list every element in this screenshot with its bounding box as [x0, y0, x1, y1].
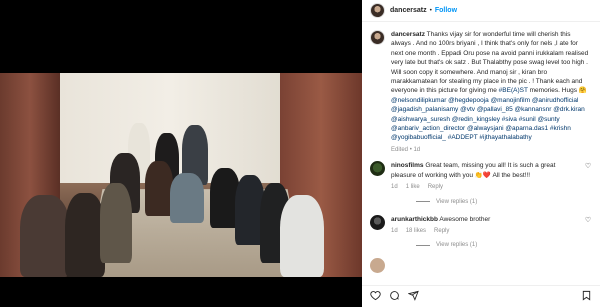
- follow-button[interactable]: Follow: [435, 7, 457, 14]
- caption-text-2: memories. Hugs: [529, 87, 577, 95]
- edited-separator: •: [409, 146, 412, 153]
- edited-label: Edited: [391, 146, 409, 153]
- comment-username[interactable]: ninosfilms: [391, 162, 424, 169]
- details-panel: dancersatz • Follow dancersatz Thanks vi…: [362, 0, 600, 307]
- comment-meta: 1d 1 like Reply: [391, 183, 578, 192]
- view-replies-line: [416, 244, 430, 246]
- comment-meta: 1d 18 likes Reply: [391, 227, 578, 236]
- caption-avatar[interactable]: [370, 30, 385, 45]
- comment-avatar[interactable]: [370, 258, 385, 274]
- bookmark-icon[interactable]: [581, 290, 592, 303]
- comment-row-partial: [370, 258, 592, 274]
- comment-username[interactable]: arunkarthickbb: [391, 216, 438, 223]
- author-avatar[interactable]: [370, 3, 385, 18]
- comment-text-end: All the best!!!: [492, 171, 531, 179]
- comment-avatar[interactable]: [370, 214, 385, 230]
- comment-time: 1d: [391, 184, 398, 191]
- view-replies-button[interactable]: View replies (1): [416, 199, 592, 205]
- comment-row: ninosfilms Great team, missing you all! …: [370, 161, 592, 192]
- caption: dancersatz Thanks vijay sir for wonderfu…: [370, 30, 592, 155]
- comment-icon[interactable]: [389, 290, 400, 303]
- caption-hashtag[interactable]: #BE(A)ST: [499, 87, 528, 94]
- hug-emoji: 🤗: [578, 87, 587, 95]
- comment-reply-button[interactable]: Reply: [428, 183, 443, 192]
- caption-text: Thanks vijay sir for wonderful time will…: [391, 31, 589, 95]
- post-modal: dancersatz • Follow dancersatz Thanks vi…: [0, 0, 600, 307]
- edited-time: 1d: [413, 146, 421, 153]
- view-replies-button[interactable]: View replies (1): [416, 242, 592, 248]
- header-separator: •: [429, 7, 432, 14]
- comment-reply-button[interactable]: Reply: [434, 227, 449, 236]
- comment-like-heart-icon[interactable]: ♡: [584, 216, 592, 237]
- post-header: dancersatz • Follow: [362, 0, 600, 22]
- view-replies-label[interactable]: View replies (1): [436, 199, 477, 205]
- comment-likes[interactable]: 1 like: [406, 183, 420, 192]
- comments-list[interactable]: dancersatz Thanks vijay sir for wonderfu…: [362, 24, 600, 285]
- comment-likes[interactable]: 18 likes: [406, 227, 426, 236]
- action-bar: [362, 285, 600, 307]
- comment-time: 1d: [391, 227, 398, 234]
- author-username[interactable]: dancersatz: [390, 7, 427, 14]
- paper-plane-icon[interactable]: [407, 290, 419, 303]
- caption-username[interactable]: dancersatz: [391, 31, 425, 38]
- comment-emoji: 👏❤️: [474, 171, 492, 179]
- caption-mentions[interactable]: @nelsondilipkumar @hegdepooja @manojinfi…: [391, 97, 585, 142]
- view-replies-label[interactable]: View replies (1): [436, 242, 477, 248]
- caption-meta: Edited • 1d: [391, 146, 592, 155]
- comment-row: arunkarthickbb Awesome brother 1d 18 lik…: [370, 214, 592, 237]
- comment-avatar[interactable]: [370, 161, 385, 177]
- comment-like-heart-icon[interactable]: ♡: [584, 162, 592, 192]
- media-panel: [0, 0, 362, 307]
- view-replies-line: [416, 201, 430, 202]
- heart-outline-icon[interactable]: [370, 290, 381, 303]
- comment-text: Awesome brother: [439, 215, 491, 223]
- photo-people: [20, 113, 340, 277]
- post-photo[interactable]: [0, 73, 362, 277]
